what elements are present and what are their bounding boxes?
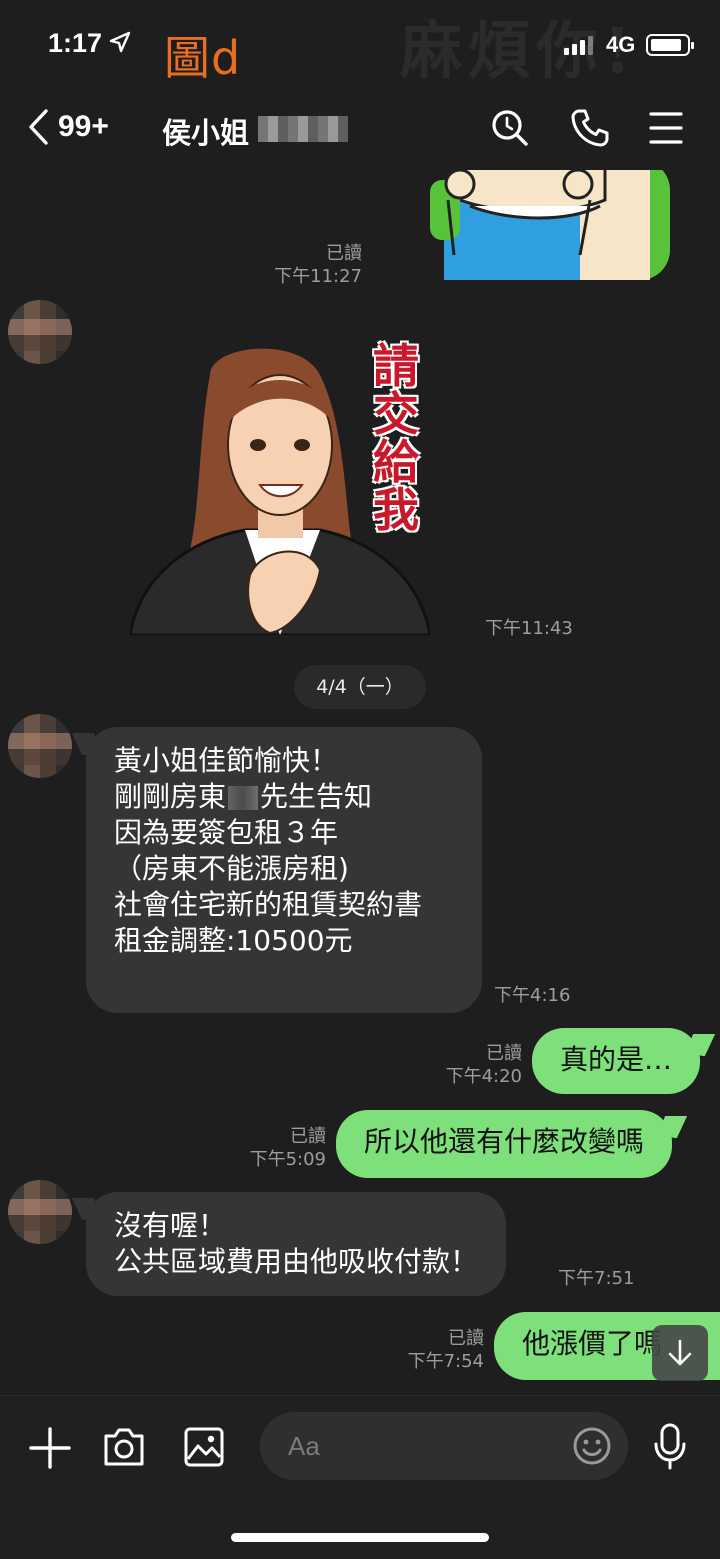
menu-icon[interactable] [648, 108, 684, 148]
message-line: 因為要簽包租３年 [114, 816, 339, 849]
network-label: 4G [606, 32, 636, 57]
read-status: 已讀 [448, 1328, 484, 1349]
search-icon[interactable] [490, 108, 530, 148]
chevron-left-icon [29, 109, 48, 145]
sticker-char: 交 [373, 387, 419, 441]
avatar[interactable] [8, 714, 72, 778]
chat-area[interactable]: 已讀 下午11:27 請 交 給 我 下午11:43 4/4（一） 黃小姐佳節愉… [0, 170, 720, 1395]
date-separator: 4/4（一） [294, 665, 426, 709]
status-bar: 麻煩你! 1:17 圖d 4G [0, 0, 720, 90]
message-time: 下午5:09 [249, 1149, 326, 1170]
message-bubble[interactable]: 真的是… [532, 1028, 701, 1094]
plus-icon[interactable] [28, 1426, 72, 1470]
message-line: 沒有喔！ [114, 1209, 227, 1242]
message-meta: 已讀 下午4:20 [420, 1042, 522, 1088]
read-status: 已讀 [486, 1043, 522, 1064]
emoji-icon[interactable] [572, 1426, 612, 1466]
battery-icon [646, 34, 694, 56]
message-bubble[interactable]: 黃小姐佳節愉快！ 剛剛房東 先生告知 因為要簽包租３年 （房東不能漲房租) 社會住… [86, 727, 482, 1013]
home-indicator[interactable] [231, 1533, 489, 1542]
phone-icon[interactable] [570, 108, 610, 148]
blurred-name [228, 786, 259, 810]
arrow-down-icon [668, 1339, 692, 1366]
sticker-char: 我 [373, 483, 419, 537]
avatar[interactable] [8, 1180, 72, 1244]
chat-title: 侯小姐 [162, 116, 250, 150]
camera-icon[interactable] [102, 1426, 146, 1468]
message-line: 黃小姐佳節愉快！ [114, 744, 339, 777]
read-status: 已讀 [290, 1126, 326, 1147]
message-time: 下午7:54 [407, 1351, 484, 1372]
message-line: 公共區域費用由他吸收付款！ [114, 1245, 479, 1278]
sticker-char: 給 [373, 435, 419, 489]
watermark-logo: 圖d [164, 31, 242, 85]
message-meta: 已讀 下午7:54 [380, 1327, 484, 1373]
message-time: 下午4:16 [494, 985, 571, 1006]
message-line: 剛剛房東 先生告知 [114, 780, 373, 813]
avatar[interactable] [8, 300, 72, 364]
message-time: 下午11:43 [485, 618, 573, 639]
back-button[interactable]: 99+ [26, 108, 109, 146]
message-time: 下午4:20 [445, 1066, 522, 1087]
location-arrow-icon [109, 31, 131, 53]
blurred-name [258, 116, 348, 142]
message-time: 下午7:51 [558, 1268, 635, 1289]
message-line: （房東不能漲房租) [114, 852, 349, 885]
sticker-cartoon[interactable] [430, 170, 670, 280]
sticker-char: 請 [373, 339, 419, 393]
message-line: 租金調整:10500元 [114, 924, 353, 957]
read-status: 已讀 [326, 243, 362, 264]
unread-count: 99+ [58, 110, 109, 143]
message-line: 社會住宅新的租賃契約書 [114, 888, 423, 921]
watermark-text: 麻煩你! [400, 14, 638, 87]
message-meta: 已讀 下午11:27 [250, 242, 362, 288]
sticker-caption: 請 交 給 我 [366, 342, 426, 534]
message-meta: 已讀 下午5:09 [220, 1125, 326, 1171]
message-bubble[interactable]: 所以他還有什麼改變嗎 [336, 1110, 673, 1178]
image-icon[interactable] [183, 1426, 225, 1468]
message-time: 下午11:27 [274, 266, 362, 287]
chat-header: 99+ 侯小姐 [0, 90, 720, 170]
message-bubble[interactable]: 沒有喔！ 公共區域費用由他吸收付款！ [86, 1192, 507, 1296]
status-time: 1:17 [48, 28, 103, 58]
signal-icon [564, 36, 593, 55]
scroll-to-bottom-button[interactable] [652, 1325, 708, 1381]
microphone-icon[interactable] [652, 1422, 688, 1470]
